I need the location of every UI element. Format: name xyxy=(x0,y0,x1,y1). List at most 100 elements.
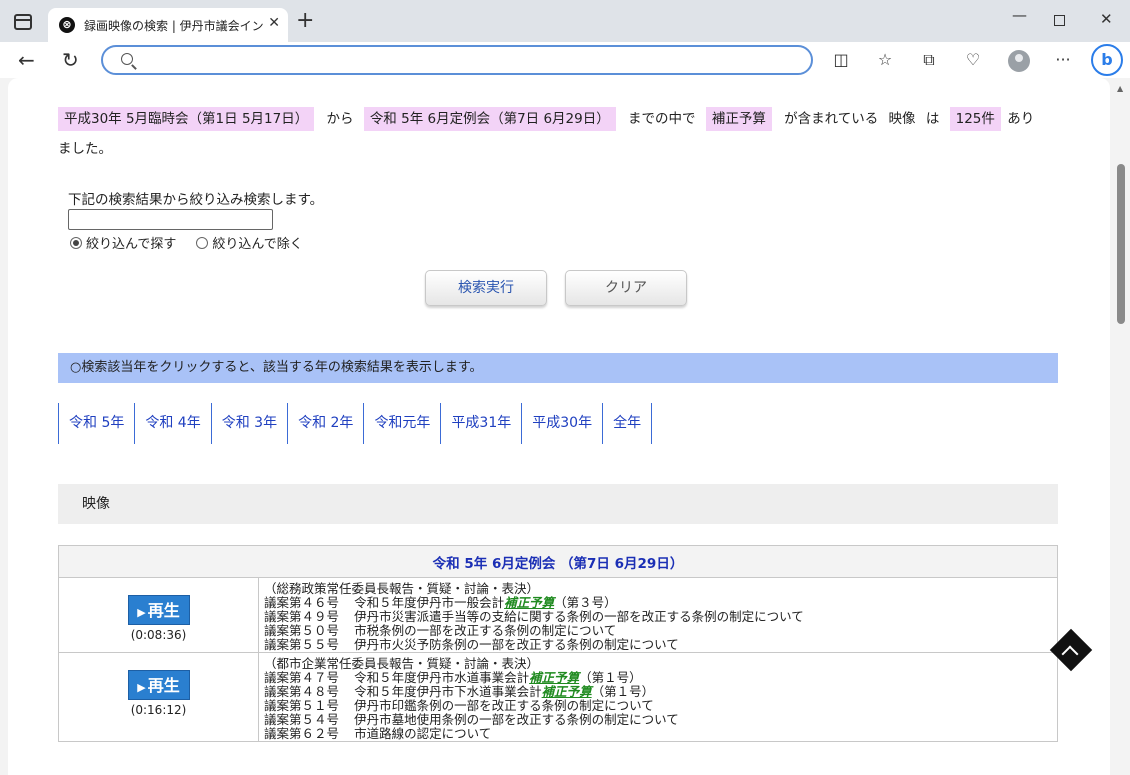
radio-exclude[interactable]: 絞り込んで除く xyxy=(196,233,303,252)
bill-suffix: （第１号） xyxy=(579,670,642,685)
agenda-line: 議案第５４号 伊丹市墓地使用条例の一部を改正する条例の制定について xyxy=(264,713,1057,727)
clear-button[interactable]: クリア xyxy=(565,270,687,306)
committee-heading: （総務政策常任委員長報告・質疑・討論・表決） xyxy=(264,581,540,596)
arimashita-part1: あり xyxy=(1007,111,1035,127)
year-tab[interactable]: 平成31年 xyxy=(440,403,521,444)
page-content: 平成30年 5月臨時会（第1日 5月17日） から 令和 5年 6月定例会（第7… xyxy=(8,78,1110,775)
bill-title: 令和５年度伊丹市下水道事業会計 xyxy=(354,684,542,699)
filter-label: 下記の検索結果から絞り込み検索します。 xyxy=(68,192,324,208)
bill-title: 令和５年度伊丹市一般会計 xyxy=(354,595,505,610)
performance-icon[interactable]: ♡ xyxy=(963,50,983,70)
window-close-icon[interactable]: ✕ xyxy=(1100,10,1113,28)
bill-number: 議案第５５号 xyxy=(264,637,340,652)
bill-title: 伊丹市火災予防条例の一部を改正する条例の制定について xyxy=(354,637,679,652)
agenda-cell: （都市企業常任委員長報告・質疑・討論・表決） 議案第４７号 令和５年度伊丹市水道… xyxy=(258,652,1058,742)
search-button[interactable]: 検索実行 xyxy=(425,270,547,306)
year-tab[interactable]: 全年 xyxy=(602,403,653,444)
bill-title: 市道路線の認定について xyxy=(354,726,492,741)
table-row: ▶ 再生 (0:16:12) （都市企業常任委員長報告・質疑・討論・表決） 議案第… xyxy=(58,652,1058,742)
scroll-thumb[interactable] xyxy=(1117,164,1125,324)
scroll-up-icon[interactable]: ▲ xyxy=(1117,84,1123,93)
agenda-line: 議案第４６号 令和５年度伊丹市一般会計補正予算（第３号） xyxy=(264,596,1057,610)
reload-icon[interactable]: ↻ xyxy=(62,48,79,72)
tab-title: 録画映像の検索 | 伊丹市議会インタ xyxy=(84,19,264,33)
bill-number: 議案第４７号 xyxy=(264,670,340,685)
bill-number: 議案第４６号 xyxy=(264,595,340,610)
address-bar[interactable] xyxy=(101,45,813,75)
meeting-title[interactable]: 令和 5年 6月定例会 （第7日 6月29日） xyxy=(58,545,1058,578)
radio-narrow[interactable]: 絞り込んで探す xyxy=(70,233,176,252)
search-summary: 平成30年 5月臨時会（第1日 5月17日） から 令和 5年 6月定例会（第7… xyxy=(58,104,1058,164)
search-keyword: 補正予算 xyxy=(705,107,772,131)
year-tab[interactable]: 令和 5年 xyxy=(58,403,134,444)
page-viewport: 平成30年 5月臨時会（第1日 5月17日） から 令和 5年 6月定例会（第7… xyxy=(0,78,1130,775)
search-icon xyxy=(121,53,133,65)
agenda-line: 議案第５０号 市税条例の一部を改正する条例の制定について xyxy=(264,624,1057,638)
browser-titlebar: ⊗ 録画映像の検索 | 伊丹市議会インタ ✕ + — ✕ xyxy=(0,0,1130,42)
filter-mode: 絞り込んで探す 絞り込んで除く xyxy=(70,233,303,252)
table-row: ▶ 再生 (0:08:36) （総務政策常任委員長報告・質疑・討論・表決） 議案第… xyxy=(58,577,1058,653)
play-icon: ▶ xyxy=(137,681,146,694)
arimashita-part2: ました。 xyxy=(58,141,112,157)
agenda-cell: （総務政策常任委員長報告・質疑・討論・表決） 議案第４６号 令和５年度伊丹市一般… xyxy=(258,577,1058,653)
sidebar-icon[interactable] xyxy=(14,14,32,30)
keyword-highlight: 補正予算 xyxy=(541,684,592,699)
results-table: 令和 5年 6月定例会 （第7日 6月29日） ▶ 再生 (0:08:36) （総… xyxy=(58,545,1058,742)
bill-number: 議案第５１号 xyxy=(264,698,340,713)
minimize-icon[interactable]: — xyxy=(1012,6,1027,24)
profile-icon[interactable] xyxy=(1008,50,1030,72)
bing-icon[interactable]: b xyxy=(1091,44,1123,76)
more-icon[interactable]: ··· xyxy=(1053,50,1073,70)
section-title: 映像 xyxy=(58,484,1058,524)
play-cell: ▶ 再生 (0:16:12) xyxy=(58,652,259,742)
bill-suffix: （第３号） xyxy=(554,595,617,610)
site-favicon-icon: ⊗ xyxy=(59,17,75,33)
year-tab[interactable]: 令和 3年 xyxy=(210,403,287,444)
play-button[interactable]: ▶ 再生 xyxy=(127,595,190,625)
year-tab[interactable]: 令和 2年 xyxy=(287,403,363,444)
keyword-highlight: 補正予算 xyxy=(504,595,555,610)
page-scrollbar[interactable]: ▲ xyxy=(1112,78,1130,775)
ha-text: は xyxy=(925,111,940,127)
bill-number: 議案第４８号 xyxy=(264,684,340,699)
filter-input[interactable] xyxy=(68,209,273,230)
radio-narrow-dot[interactable] xyxy=(70,236,82,249)
play-icon: ▶ xyxy=(137,606,146,619)
bill-number: 議案第６２号 xyxy=(264,726,340,741)
result-count: 125件 xyxy=(949,107,1001,131)
agenda-line: 議案第６２号 市道路線の認定について xyxy=(264,727,1057,741)
bill-number: 議案第４９号 xyxy=(264,609,340,624)
split-screen-icon[interactable]: ◫ xyxy=(831,50,851,70)
back-icon[interactable]: ← xyxy=(18,48,35,72)
agenda-line: 議案第４９号 伊丹市災害派遣手当等の支給に関する条例の一部を改正する条例の制定に… xyxy=(264,610,1057,624)
year-tab[interactable]: 令和元年 xyxy=(363,403,440,444)
browser-tab[interactable]: ⊗ 録画映像の検索 | 伊丹市議会インタ ✕ xyxy=(48,8,288,42)
agenda-line: 議案第４７号 令和５年度伊丹市水道事業会計補正予算（第１号） xyxy=(264,671,1057,685)
committee-heading: （都市企業常任委員長報告・質疑・討論・表決） xyxy=(264,656,540,671)
year-tab[interactable]: 令和 4年 xyxy=(134,403,210,444)
between-text: までの中で xyxy=(628,111,696,127)
maximize-icon[interactable] xyxy=(1054,15,1065,26)
range-end: 令和 5年 6月定例会（第7日 6月29日） xyxy=(363,107,616,131)
bill-title: 伊丹市印鑑条例の一部を改正する条例の制定について xyxy=(354,698,654,713)
tab-close-icon[interactable]: ✕ xyxy=(268,15,280,31)
radio-exclude-label: 絞り込んで除く xyxy=(212,237,303,252)
bill-suffix: （第１号） xyxy=(591,684,655,699)
bill-title: 伊丹市災害派遣手当等の支給に関する条例の一部を改正する条例の制定について xyxy=(354,609,804,624)
from-text: から xyxy=(326,111,354,127)
new-tab-icon[interactable]: + xyxy=(296,10,314,32)
collections-icon[interactable]: ⧉ xyxy=(919,50,939,70)
radio-narrow-label: 絞り込んで探す xyxy=(86,237,177,252)
agenda-line: 議案第５１号 伊丹市印鑑条例の一部を改正する条例の制定について xyxy=(264,699,1057,713)
play-label: 再生 xyxy=(147,676,180,695)
favorites-icon[interactable]: ☆ xyxy=(875,50,895,70)
radio-exclude-dot[interactable] xyxy=(196,236,209,249)
year-tab[interactable]: 平成30年 xyxy=(521,403,602,444)
keyword-highlight: 補正予算 xyxy=(529,670,580,685)
bill-number: 議案第５４号 xyxy=(264,712,340,727)
browser-toolbar: ← ↻ ◫ ☆ ⧉ ♡ ··· b xyxy=(0,42,1130,78)
media-text: 映像 xyxy=(888,111,916,127)
play-button[interactable]: ▶ 再生 xyxy=(127,670,190,700)
bill-title: 市税条例の一部を改正する条例の制定について xyxy=(354,623,617,638)
info-bar: ○検索該当年をクリックすると、該当する年の検索結果を表示します。 xyxy=(58,353,1058,383)
